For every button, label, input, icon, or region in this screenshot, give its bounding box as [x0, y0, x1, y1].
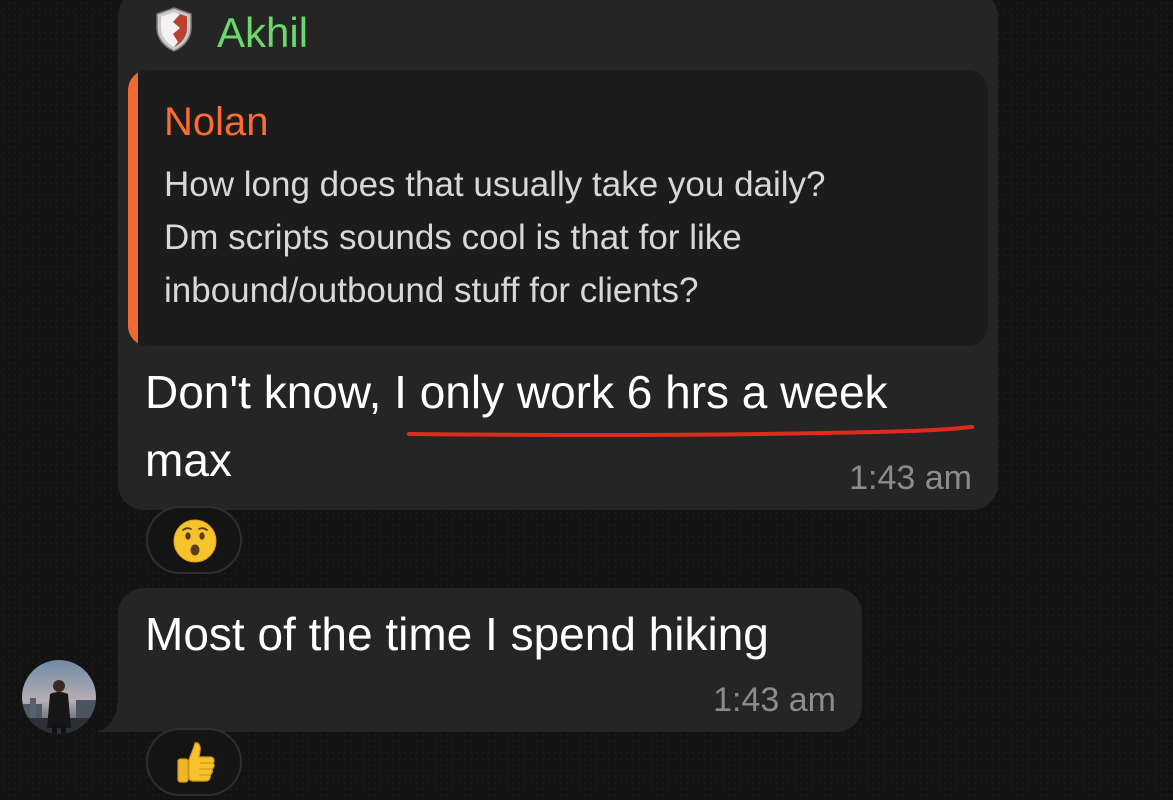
reaction-chip[interactable] [146, 506, 242, 574]
sender-name[interactable]: Akhil [217, 8, 308, 58]
reply-quote-text: How long does that usually take you dail… [164, 158, 964, 317]
message-timestamp: 1:43 am [849, 459, 972, 497]
reaction-chip[interactable] [146, 728, 242, 796]
astonished-face-emoji [173, 519, 217, 563]
message-text-line: Most of the time I spend hiking [145, 608, 769, 660]
reply-accent-bar [128, 70, 138, 346]
sender-shield-icon [154, 6, 194, 52]
thumbs-up-emoji [177, 742, 215, 783]
sender-avatar[interactable] [22, 660, 96, 734]
reply-text-line: Dm scripts sounds cool is that for like [164, 218, 742, 257]
message-text-line: max [145, 434, 232, 486]
message-timestamp: 1:43 am [713, 681, 836, 719]
message-bubble[interactable]: Most of the time I spend hiking 1:43 am [118, 588, 862, 732]
red-underline-annotation [407, 425, 974, 437]
reply-text-line: How long does that usually take you dail… [164, 165, 826, 204]
reply-quote[interactable]: Nolan How long does that usually take yo… [128, 70, 988, 346]
reply-text-line: inbound/outbound stuff for clients? [164, 271, 699, 310]
reply-sender-name: Nolan [164, 100, 269, 144]
message-text-line: Don't know, I only work 6 hrs a week [145, 366, 888, 418]
